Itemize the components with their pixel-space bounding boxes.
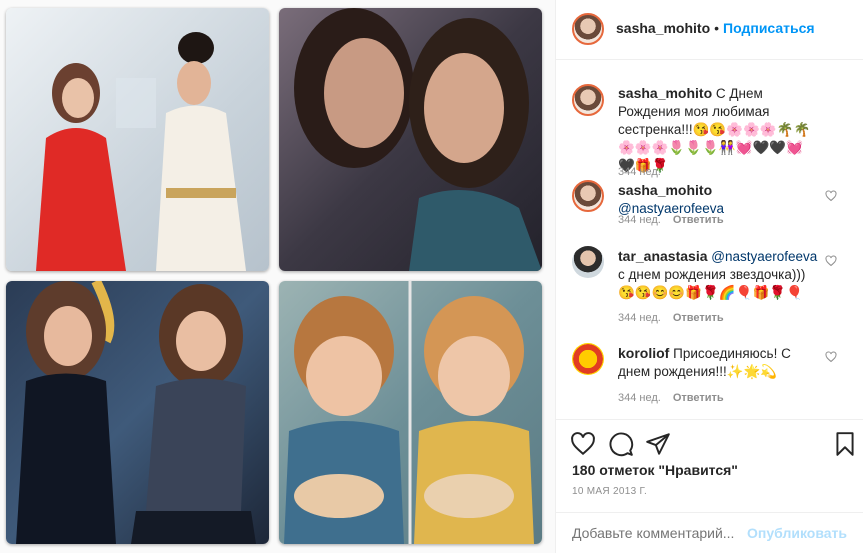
post-photo-collage[interactable] [0,0,556,553]
follow-button[interactable]: Подписаться [723,20,815,36]
comment-text: с днем рождения звездочка)))😘😘😊😊🎁🌹🌈🎈🎁🌹🎈 [618,267,806,300]
comment: sasha_mohito @nastyaerofeeva 344 нед. Отв… [556,170,863,230]
reply-button[interactable]: Ответить [673,214,724,226]
like-comment-heart-icon[interactable] [825,255,837,267]
comment-body: tar_anastasia @nastyaerofeeva с днем рож… [618,247,818,302]
caption: sasha_mohito С Днем Рождения моя любимая… [556,72,863,178]
reply-button[interactable]: Ответить [673,392,724,404]
post-sidebar: sasha_mohito • Подписаться sasha_mohito С … [556,0,863,553]
comment-icon[interactable] [608,431,634,457]
post-header: sasha_mohito • Подписаться [556,0,863,60]
comment-input[interactable] [572,525,762,541]
post-date[interactable]: 10 МАЯ 2013 Г. [572,486,647,497]
comment-avatar[interactable] [572,343,604,375]
collage-photo-top-left [6,8,269,271]
instagram-post-view: sasha_mohito • Подписаться sasha_mohito С … [0,0,863,553]
comment-time[interactable]: 344 нед. [618,214,661,226]
comment-body: koroliof Присоединяюсь! С днем рождения!… [618,344,818,381]
heart-icon[interactable] [570,431,596,457]
collage-photo-top-right [279,8,542,271]
comment-mention[interactable]: @nastyaerofeeva [711,249,817,264]
comment-username[interactable]: tar_anastasia [618,248,708,264]
share-icon[interactable] [645,431,671,457]
like-comment-heart-icon[interactable] [825,190,837,202]
author-avatar[interactable] [572,13,604,45]
comment-meta: 344 нед. Ответить [618,211,736,229]
collage-photo-bottom-right [279,281,542,544]
comment: koroliof Присоединяюсь! С днем рождения!… [556,333,863,413]
separator-dot: • [714,20,720,36]
bookmark-icon[interactable] [832,431,858,457]
comment-meta: 344 нед. Ответить [618,389,736,407]
post-actions: 180 отметок "Нравится" 10 МАЯ 2013 Г. Оп… [556,419,863,550]
caption-username[interactable]: sasha_mohito [618,85,712,101]
publish-button[interactable]: Опубликовать [747,525,847,541]
likes-count[interactable]: 180 отметок "Нравится" [572,462,738,478]
like-comment-heart-icon[interactable] [825,351,837,363]
comment-avatar[interactable] [572,180,604,212]
comment-avatar[interactable] [572,246,604,278]
collage-photo-bottom-left [6,281,269,544]
comment-time[interactable]: 344 нед. [618,392,661,404]
comment-time[interactable]: 344 нед. [618,312,661,324]
header-line: sasha_mohito • Подписаться [616,20,815,36]
comment-username[interactable]: sasha_mohito [618,182,712,198]
caption-body: sasha_mohito С Днем Рождения моя любимая… [618,84,818,175]
comment-username[interactable]: koroliof [618,345,669,361]
caption-avatar[interactable] [572,84,604,116]
add-comment-row: Опубликовать [556,512,863,554]
author-username[interactable]: sasha_mohito [616,20,710,36]
reply-button[interactable]: Ответить [673,312,724,324]
comment-meta: 344 нед. Ответить [618,309,736,327]
comment: tar_anastasia @nastyaerofeeva с днем рож… [556,235,863,325]
